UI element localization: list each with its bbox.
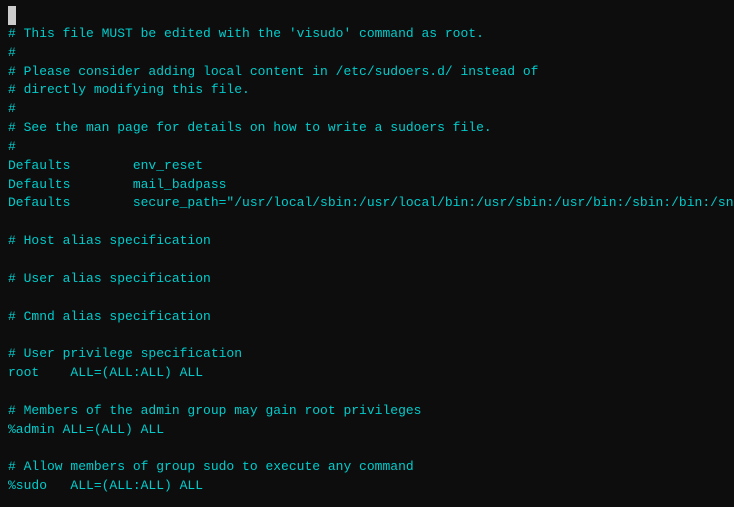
terminal-line-1: # This file MUST be edited with the 'vis… [8, 25, 726, 44]
terminal-line-0 [8, 6, 726, 25]
terminal-line-16: # Cmnd alias specification [8, 308, 726, 327]
terminal-line-22: %admin ALL=(ALL) ALL [8, 421, 726, 440]
terminal-line-7: # [8, 138, 726, 157]
terminal-line-14: # User alias specification [8, 270, 726, 289]
cursor [8, 6, 16, 25]
terminal-line-25: %sudo ALL=(ALL:ALL) ALL [8, 477, 726, 496]
terminal-line-15 [8, 289, 726, 308]
terminal-line-18: # User privilege specification [8, 345, 726, 364]
terminal-line-24: # Allow members of group sudo to execute… [8, 458, 726, 477]
terminal-line-2: # [8, 44, 726, 63]
terminal-line-20 [8, 383, 726, 402]
terminal-line-9: Defaults mail_badpass [8, 176, 726, 195]
terminal-line-8: Defaults env_reset [8, 157, 726, 176]
terminal-line-13 [8, 251, 726, 270]
terminal: # This file MUST be edited with the 'vis… [0, 0, 734, 507]
terminal-line-17 [8, 326, 726, 345]
terminal-line-5: # [8, 100, 726, 119]
terminal-line-19: root ALL=(ALL:ALL) ALL [8, 364, 726, 383]
terminal-line-26 [8, 496, 726, 507]
terminal-line-10: Defaults secure_path="/usr/local/sbin:/u… [8, 194, 726, 213]
terminal-line-11 [8, 213, 726, 232]
terminal-line-21: # Members of the admin group may gain ro… [8, 402, 726, 421]
terminal-line-6: # See the man page for details on how to… [8, 119, 726, 138]
terminal-line-12: # Host alias specification [8, 232, 726, 251]
terminal-line-23 [8, 439, 726, 458]
terminal-line-4: # directly modifying this file. [8, 81, 726, 100]
terminal-line-3: # Please consider adding local content i… [8, 63, 726, 82]
